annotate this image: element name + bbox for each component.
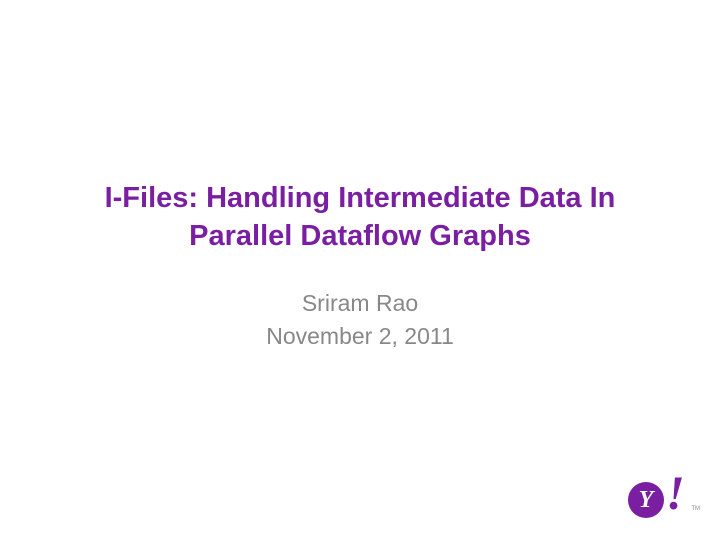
logo-exclaim-icon: ! bbox=[666, 470, 685, 518]
slide-title: I-Files: Handling Intermediate Data In P… bbox=[50, 180, 670, 255]
slide-author: Sriram Rao bbox=[302, 290, 418, 317]
logo-circle: Y bbox=[628, 482, 664, 518]
yahoo-logo: Y ! TM bbox=[620, 474, 698, 522]
logo-letter: Y bbox=[639, 487, 654, 514]
slide-date: November 2, 2011 bbox=[266, 323, 454, 350]
logo-trademark: TM bbox=[691, 506, 700, 512]
slide-container: I-Files: Handling Intermediate Data In P… bbox=[0, 0, 720, 540]
